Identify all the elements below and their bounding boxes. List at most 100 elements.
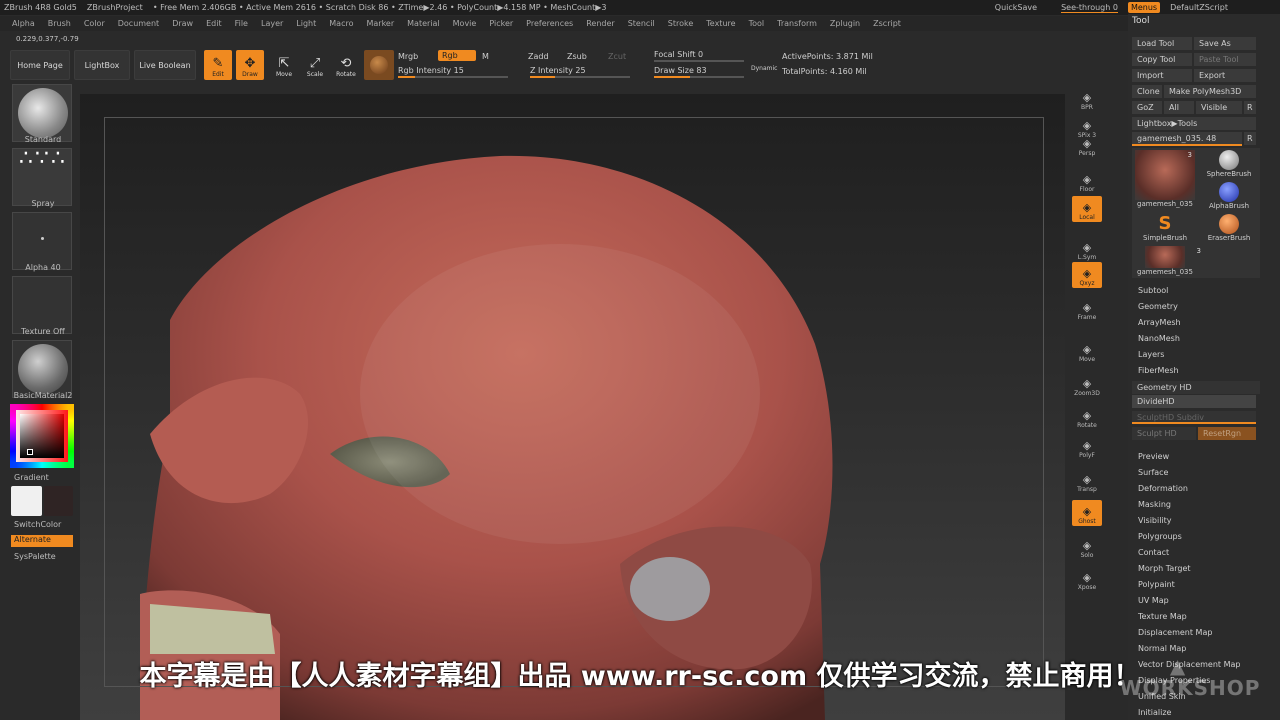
xyz-button[interactable]: ◈ Qxyz <box>1072 262 1102 288</box>
export-button[interactable]: Export <box>1194 69 1256 82</box>
goz-all-button[interactable]: All <box>1164 101 1194 114</box>
goz-button[interactable]: GoZ <box>1132 101 1162 114</box>
menu-zscript[interactable]: Zscript <box>873 19 901 28</box>
bpr-button[interactable]: ◈ BPR <box>1072 86 1102 112</box>
menu-light[interactable]: Light <box>296 19 316 28</box>
current-tool-r-button[interactable]: R <box>1244 132 1256 145</box>
texture-picker[interactable] <box>12 276 72 334</box>
menu-transform[interactable]: Transform <box>777 19 817 28</box>
menu-stroke[interactable]: Stroke <box>668 19 694 28</box>
menu-zplugin[interactable]: Zplugin <box>830 19 860 28</box>
menu-file[interactable]: File <box>235 19 248 28</box>
menu-layer[interactable]: Layer <box>261 19 283 28</box>
section-normal-map[interactable]: Normal Map <box>1138 644 1186 653</box>
default-zscript-button[interactable]: DefaultZScript <box>1170 3 1228 12</box>
goz-r-button[interactable]: R <box>1244 101 1256 114</box>
section-morph-target[interactable]: Morph Target <box>1138 564 1191 573</box>
stroke-picker[interactable]: ∴∵∴ <box>12 148 72 206</box>
section-initialize[interactable]: Initialize <box>1138 708 1171 717</box>
menu-draw[interactable]: Draw <box>172 19 193 28</box>
menu-texture[interactable]: Texture <box>706 19 735 28</box>
section-layers[interactable]: Layers <box>1138 350 1164 359</box>
main-color-swatch[interactable] <box>11 486 42 516</box>
menu-stencil[interactable]: Stencil <box>628 19 655 28</box>
tool-thumb-alphabrush[interactable]: AlphaBrush <box>1198 182 1260 210</box>
lightbox-tools-button[interactable]: Lightbox▶Tools <box>1132 117 1256 130</box>
section-preview[interactable]: Preview <box>1138 452 1169 461</box>
dynamic-toggle[interactable]: Dynamic <box>751 65 777 72</box>
menu-alpha[interactable]: Alpha <box>12 19 35 28</box>
paste-tool-button[interactable]: Paste Tool <box>1194 53 1256 66</box>
lsym-button[interactable]: ◈ L.Sym <box>1072 236 1102 262</box>
section-masking[interactable]: Masking <box>1138 500 1171 509</box>
menu-marker[interactable]: Marker <box>366 19 394 28</box>
color-picker[interactable] <box>10 404 74 468</box>
hue-ring[interactable] <box>10 404 74 468</box>
save-as-button[interactable]: Save As <box>1194 37 1256 50</box>
section-contact[interactable]: Contact <box>1138 548 1169 557</box>
rgb-intensity-slider[interactable] <box>398 76 508 78</box>
geometry-hd-header[interactable]: Geometry HD <box>1132 381 1260 394</box>
alternate-button[interactable]: Alternate <box>11 535 73 547</box>
section-visibility[interactable]: Visibility <box>1138 516 1172 525</box>
solo-button[interactable]: ◈ Solo <box>1072 534 1102 560</box>
section-deformation[interactable]: Deformation <box>1138 484 1188 493</box>
xpose-button[interactable]: ◈ Xpose <box>1072 566 1102 592</box>
m-toggle[interactable]: M <box>482 52 489 61</box>
rotate-mode-button[interactable]: ⟲ Rotate <box>332 50 360 80</box>
section-geometry[interactable]: Geometry <box>1138 302 1178 311</box>
section-uv-map[interactable]: UV Map <box>1138 596 1169 605</box>
zoom3d-button[interactable]: ◈ Zoom3D <box>1072 372 1102 398</box>
material-picker[interactable] <box>12 340 72 398</box>
mrgb-toggle[interactable]: Mrgb <box>398 52 418 61</box>
menu-picker[interactable]: Picker <box>489 19 513 28</box>
focal-shift-slider[interactable] <box>654 60 744 62</box>
ghost-button[interactable]: ◈ Ghost <box>1072 500 1102 526</box>
quicksave-button[interactable]: QuickSave <box>995 3 1037 12</box>
home-page-button[interactable]: Home Page <box>10 50 70 80</box>
see-through-slider[interactable]: See-through 0 <box>1061 3 1118 13</box>
tool-thumb-gamemesh[interactable]: 3 gamemesh_035 <box>1134 150 1196 208</box>
persp-button[interactable]: ◈ Persp <box>1072 132 1102 158</box>
scale-mode-button[interactable]: ⤢ Scale <box>301 50 329 80</box>
menu-tool[interactable]: Tool <box>749 19 765 28</box>
move-view-button[interactable]: ◈ Move <box>1072 338 1102 364</box>
import-button[interactable]: Import <box>1132 69 1192 82</box>
divide-hd-button[interactable]: DivideHD <box>1132 395 1256 408</box>
section-surface[interactable]: Surface <box>1138 468 1168 477</box>
sculpt-hd-button[interactable]: Sculpt HD <box>1132 427 1196 440</box>
tool-thumb-simplebrush[interactable]: S SimpleBrush <box>1134 214 1196 243</box>
load-tool-button[interactable]: Load Tool <box>1132 37 1192 50</box>
zadd-toggle[interactable]: Zadd <box>528 52 549 61</box>
menu-document[interactable]: Document <box>118 19 159 28</box>
section-arraymesh[interactable]: ArrayMesh <box>1138 318 1181 327</box>
brush-picker[interactable] <box>12 84 72 142</box>
menu-brush[interactable]: Brush <box>48 19 71 28</box>
make-polymesh-button[interactable]: Make PolyMesh3D <box>1164 85 1256 98</box>
section-subtool[interactable]: Subtool <box>1138 286 1168 295</box>
zsub-toggle[interactable]: Zsub <box>567 52 587 61</box>
menu-movie[interactable]: Movie <box>453 19 477 28</box>
menu-color[interactable]: Color <box>84 19 105 28</box>
reset-rgn-button[interactable]: ResetRgn <box>1198 427 1256 440</box>
tool-thumb-gamemesh-2[interactable]: 3 gamemesh_035 <box>1134 246 1201 276</box>
section-displacement-map[interactable]: Displacement Map <box>1138 628 1212 637</box>
floor-button[interactable]: ◈ Floor <box>1072 168 1102 194</box>
zcut-toggle[interactable]: Zcut <box>608 52 626 61</box>
section-polygroups[interactable]: Polygroups <box>1138 532 1182 541</box>
material-swatch-button[interactable] <box>364 50 394 80</box>
rgb-toggle[interactable]: Rgb <box>438 50 476 61</box>
tool-thumb-spherebrush[interactable]: SphereBrush <box>1198 150 1260 178</box>
move-mode-button[interactable]: ⇱ Move <box>270 50 298 80</box>
live-boolean-button[interactable]: Live Boolean <box>134 50 196 80</box>
section-fibermesh[interactable]: FiberMesh <box>1138 366 1179 375</box>
menu-edit[interactable]: Edit <box>206 19 222 28</box>
section-nanomesh[interactable]: NanoMesh <box>1138 334 1180 343</box>
copy-tool-button[interactable]: Copy Tool <box>1132 53 1192 66</box>
rotate-view-button[interactable]: ◈ Rotate <box>1072 404 1102 430</box>
menu-macro[interactable]: Macro <box>329 19 353 28</box>
frame-button[interactable]: ◈ Frame <box>1072 296 1102 322</box>
lightbox-button[interactable]: LightBox <box>74 50 130 80</box>
edit-mode-button[interactable]: ✎ Edit <box>204 50 232 80</box>
transp-button[interactable]: ◈ Transp <box>1072 468 1102 494</box>
